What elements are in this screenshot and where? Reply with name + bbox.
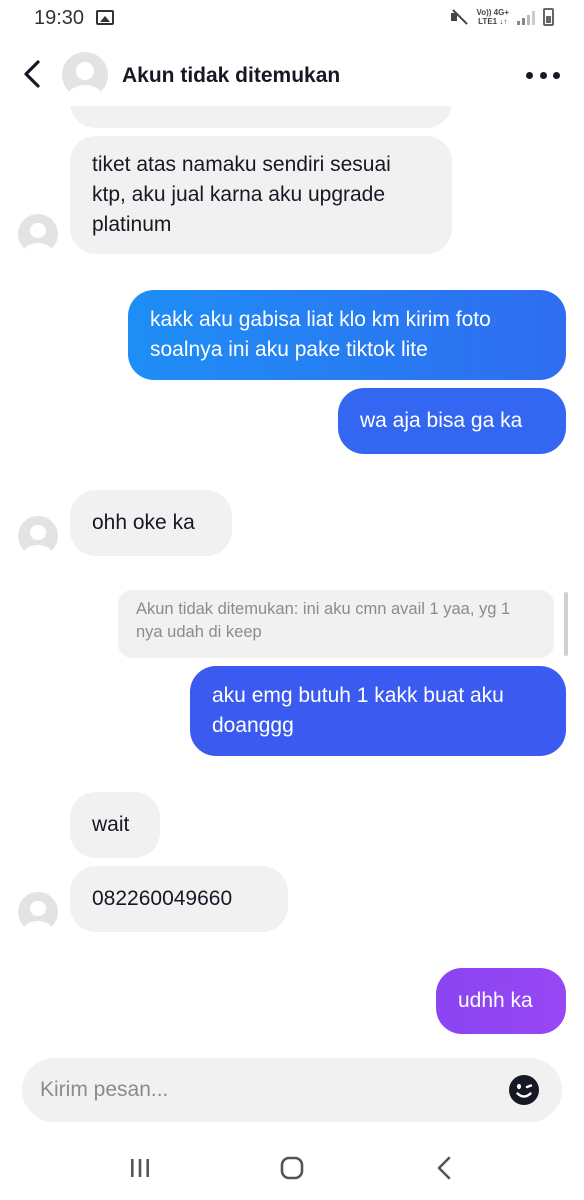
network-bottom-label: LTE1 ↓↑ [478, 17, 508, 26]
message-bubble-partial [70, 106, 452, 128]
sender-avatar[interactable] [18, 516, 58, 556]
battery-icon [543, 8, 554, 26]
message-text: aku emg butuh 1 kakk buat aku doanggg [212, 684, 504, 737]
chevron-left-icon [24, 60, 40, 88]
quote-scroll-indicator [564, 592, 568, 656]
message-text: udhh ka [458, 989, 533, 1012]
status-icons: Vo)) 4G+ LTE1 ↓↑ [450, 8, 554, 26]
contact-avatar[interactable] [62, 52, 108, 98]
message-input[interactable] [40, 1058, 500, 1122]
message-list[interactable]: tiket atas namaku sendiri sesuai ktp, ak… [0, 106, 584, 1046]
back-nav-button[interactable] [420, 1148, 470, 1188]
emoji-icon [509, 1075, 539, 1105]
quoted-text: Akun tidak ditemukan: ini aku cmn avail … [136, 600, 511, 641]
incoming-message[interactable]: 082260049660 [70, 866, 288, 932]
status-time: 19:30 [34, 7, 85, 29]
outgoing-message[interactable]: kakk aku gabisa liat klo km kirim foto s… [128, 290, 566, 380]
network-top-label: Vo)) 4G+ [476, 8, 509, 17]
status-bar: 19:30 Vo)) 4G+ LTE1 ↓↑ [0, 0, 584, 36]
incoming-message[interactable]: tiket atas namaku sendiri sesuai ktp, ak… [70, 136, 452, 254]
message-text: kakk aku gabisa liat klo km kirim foto s… [150, 308, 491, 361]
outgoing-message[interactable]: wa aja bisa ga ka [338, 388, 566, 454]
contact-name[interactable]: Akun tidak ditemukan [122, 64, 340, 88]
more-horizontal-icon [526, 71, 533, 79]
outgoing-message[interactable]: udhh ka [436, 968, 566, 1034]
sender-avatar[interactable] [18, 214, 58, 254]
home-button[interactable] [267, 1148, 317, 1188]
incoming-message[interactable]: ohh oke ka [70, 490, 232, 556]
message-composer [22, 1058, 562, 1122]
signal-icon [517, 9, 535, 25]
more-options-button[interactable] [526, 60, 560, 90]
message-text: ohh oke ka [92, 511, 195, 534]
chat-header: Akun tidak ditemukan [0, 44, 584, 106]
recent-apps-button[interactable] [115, 1148, 165, 1188]
back-button[interactable] [14, 54, 54, 94]
message-text: wa aja bisa ga ka [360, 409, 523, 432]
back-nav-icon [437, 1156, 451, 1180]
network-indicator: Vo)) 4G+ LTE1 ↓↑ [476, 8, 509, 26]
incoming-message[interactable]: wait [70, 792, 160, 858]
mute-icon [450, 9, 468, 25]
outgoing-message[interactable]: aku emg butuh 1 kakk buat aku doanggg [190, 666, 566, 756]
message-text: wait [92, 813, 130, 836]
emoji-button[interactable] [508, 1074, 540, 1106]
home-icon [280, 1156, 304, 1180]
quoted-message[interactable]: Akun tidak ditemukan: ini aku cmn avail … [118, 590, 554, 658]
system-nav-bar [0, 1138, 584, 1200]
message-text: tiket atas namaku sendiri sesuai ktp, ak… [92, 153, 391, 236]
recent-apps-icon [131, 1159, 149, 1177]
gallery-icon [96, 10, 114, 25]
message-text: 082260049660 [92, 887, 233, 910]
sender-avatar[interactable] [18, 892, 58, 932]
